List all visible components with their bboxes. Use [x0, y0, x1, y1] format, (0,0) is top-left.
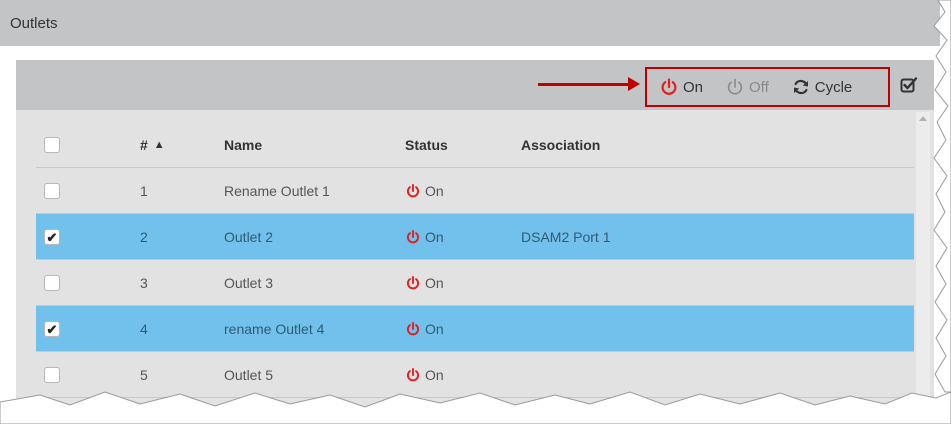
- outlet-number: 4: [140, 321, 148, 337]
- row-select-cell: [44, 168, 60, 214]
- outlet-status: On: [405, 306, 444, 352]
- power-cycle-button[interactable]: Cycle: [791, 77, 853, 97]
- outlet-status-label: On: [425, 367, 444, 383]
- table-row[interactable]: 1 Rename Outlet 1 On: [36, 168, 914, 214]
- table-scrollbar[interactable]: [916, 112, 930, 424]
- power-icon: [406, 184, 420, 198]
- outlet-status-label: On: [425, 229, 444, 245]
- refresh-icon: [793, 79, 808, 95]
- power-icon: [661, 78, 677, 95]
- row-select-cell: ✔: [44, 306, 60, 352]
- row-checkbox[interactable]: ✔: [44, 321, 60, 337]
- table-row[interactable]: 5 Outlet 5 On: [36, 352, 914, 398]
- outlet-status: On: [405, 260, 444, 306]
- power-icon: [406, 322, 420, 336]
- annotation-arrow: [538, 83, 630, 86]
- outlet-name: Rename Outlet 1: [224, 183, 330, 199]
- outlet-status: On: [405, 352, 444, 398]
- outlet-name: Outlet 2: [224, 229, 274, 245]
- column-header-status[interactable]: Status: [405, 122, 448, 168]
- row-checkbox[interactable]: [44, 275, 60, 291]
- outlet-number: 3: [140, 275, 148, 291]
- outlet-name: rename Outlet 4: [224, 321, 325, 337]
- column-status-label: Status: [405, 137, 448, 153]
- power-icon: [406, 276, 420, 290]
- power-off-label: Off: [749, 78, 769, 96]
- outlet-association: DSAM2 Port 1: [521, 229, 611, 245]
- table-header-row: # ▲ Name Status Association: [36, 122, 914, 168]
- sort-ascending-icon: ▲: [153, 139, 165, 151]
- outlet-status-label: On: [425, 183, 444, 199]
- outlet-name: Outlet 3: [224, 275, 274, 291]
- power-actions-highlight: On Off Cycle: [645, 67, 890, 107]
- column-association-label: Association: [521, 137, 601, 153]
- select-all-checkbox[interactable]: [44, 137, 60, 153]
- column-name-label: Name: [224, 137, 263, 153]
- outlet-status: On: [405, 214, 444, 260]
- power-cycle-label: Cycle: [814, 78, 853, 96]
- power-icon: [406, 230, 420, 244]
- outlet-status-label: On: [425, 321, 444, 337]
- table-row[interactable]: ✔ 2 Outlet 2 On DSAM2 Port 1: [36, 214, 914, 260]
- table-row[interactable]: 3 Outlet 3 On: [36, 260, 914, 306]
- outlets-panel: On Off Cycle # ▲ Name Status Association…: [16, 60, 934, 424]
- power-off-button[interactable]: Off: [725, 77, 769, 97]
- power-icon: [727, 78, 743, 95]
- row-select-cell: [44, 260, 60, 306]
- outlets-title-bar: Outlets: [0, 0, 940, 46]
- column-header-association[interactable]: Association: [521, 122, 600, 168]
- column-header-name[interactable]: Name: [224, 122, 262, 168]
- outlet-name: Outlet 5: [224, 367, 274, 383]
- row-select-cell: [44, 352, 60, 398]
- power-on-button[interactable]: On: [659, 77, 703, 97]
- toolbar: On Off Cycle: [16, 60, 934, 110]
- outlet-number: 1: [140, 183, 148, 199]
- outlet-status-label: On: [425, 275, 444, 291]
- column-number-label: #: [140, 137, 148, 153]
- power-icon: [406, 368, 420, 382]
- page-title: Outlets: [10, 14, 58, 32]
- outlets-table: # ▲ Name Status Association 1 Rename Out…: [36, 122, 914, 398]
- select-all-cell: [44, 122, 60, 168]
- outlet-number: 5: [140, 367, 148, 383]
- power-on-label: On: [683, 78, 704, 96]
- row-select-cell: ✔: [44, 214, 60, 260]
- row-checkbox[interactable]: [44, 367, 60, 383]
- check-square-icon[interactable]: [900, 76, 918, 94]
- outlet-status: On: [405, 168, 444, 214]
- scroll-up-arrow-icon[interactable]: [919, 116, 927, 121]
- column-header-number[interactable]: # ▲: [140, 122, 165, 168]
- annotation-arrow-head: [628, 77, 640, 91]
- row-checkbox[interactable]: ✔: [44, 229, 60, 245]
- outlet-number: 2: [140, 229, 148, 245]
- row-checkbox[interactable]: [44, 183, 60, 199]
- table-row[interactable]: ✔ 4 rename Outlet 4 On: [36, 306, 914, 352]
